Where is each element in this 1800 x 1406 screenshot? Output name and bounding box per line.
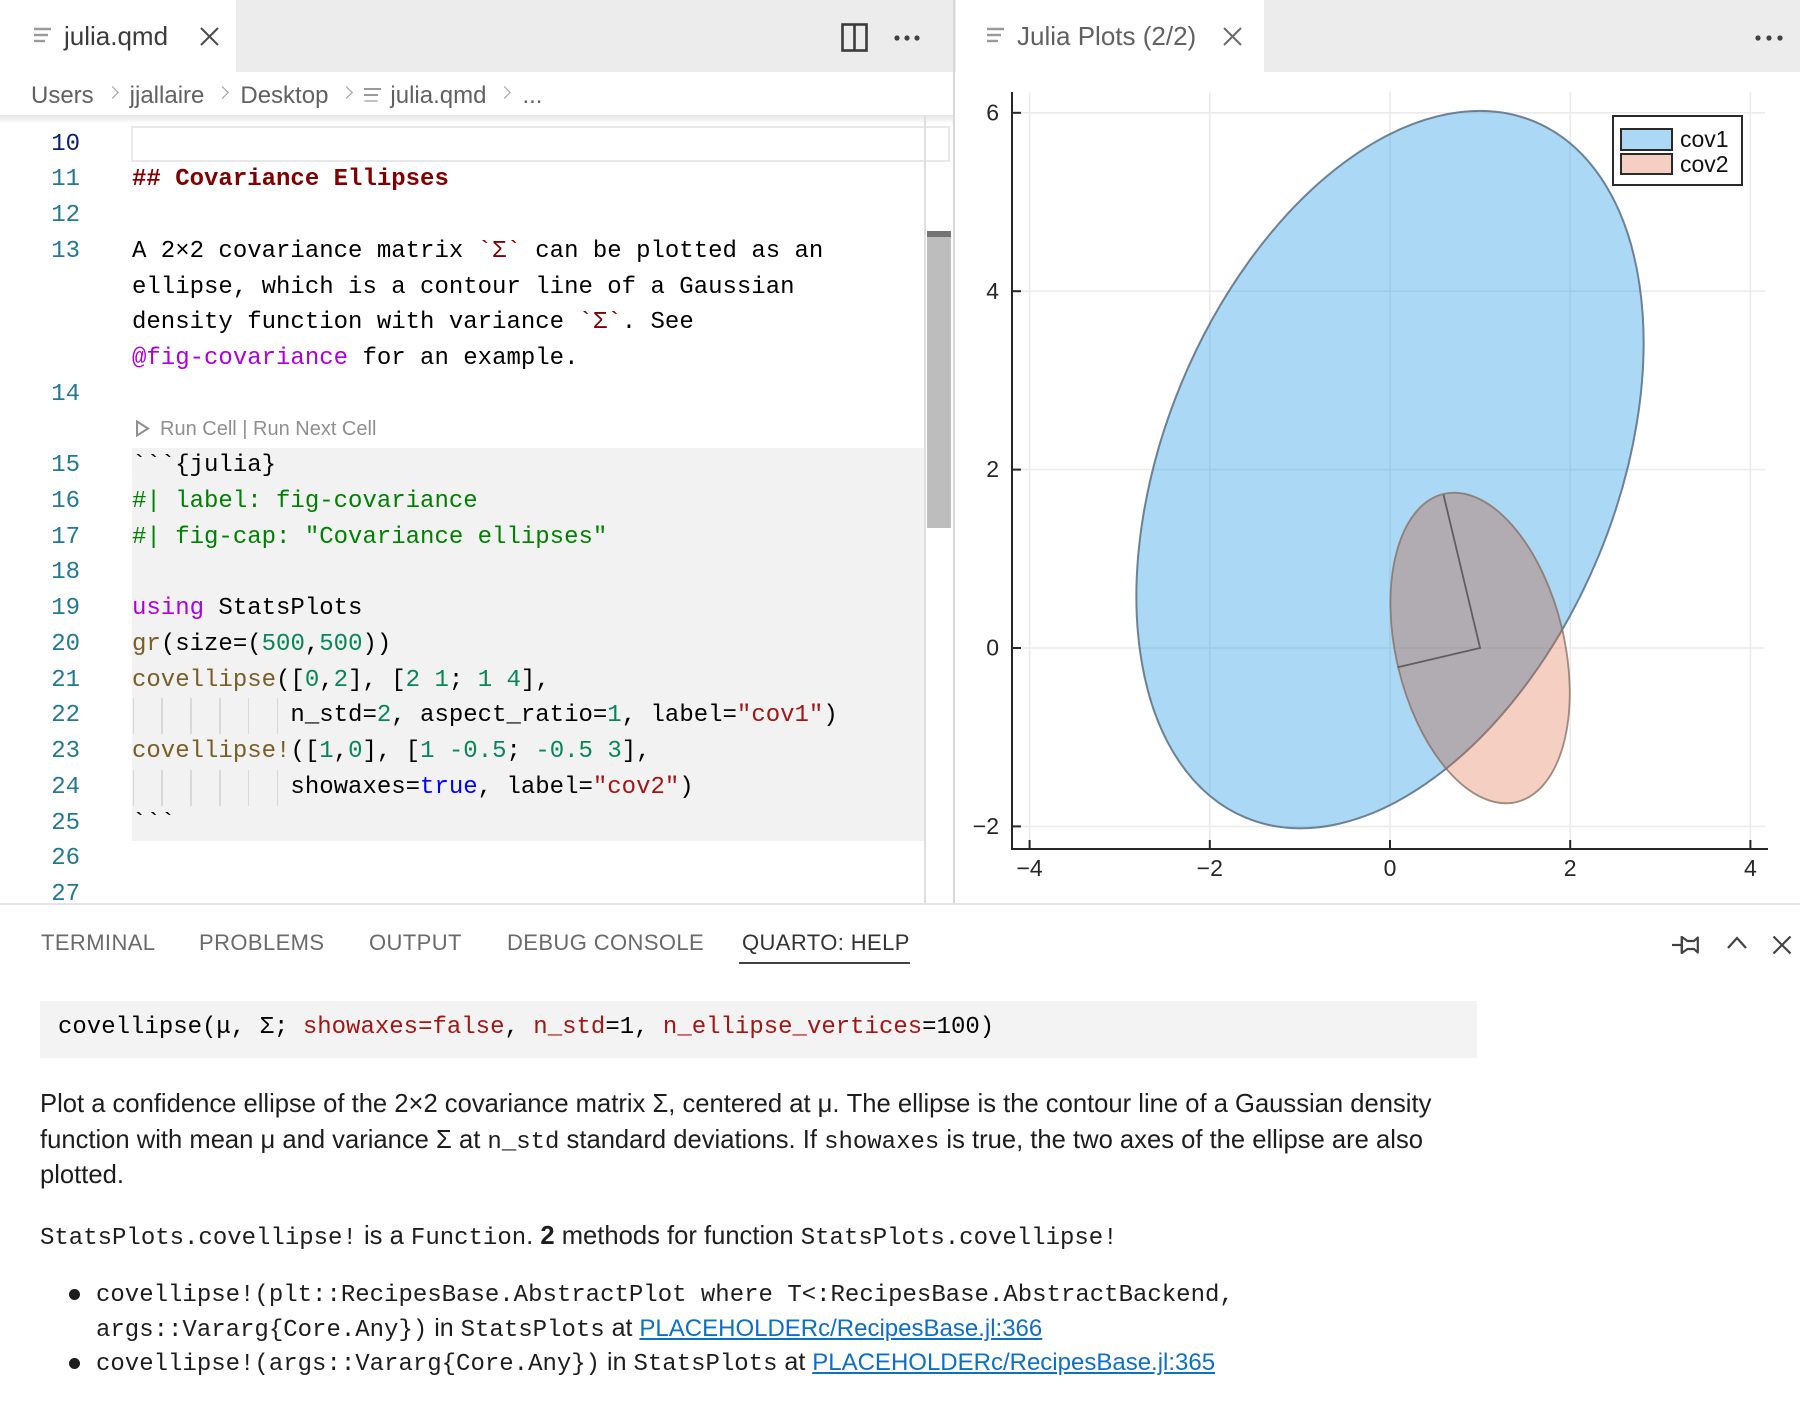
svg-text:0: 0	[986, 635, 999, 661]
svg-text:cov1: cov1	[1680, 126, 1729, 152]
svg-text:4: 4	[1744, 855, 1757, 881]
svg-text:−2: −2	[973, 813, 999, 839]
svg-text:−4: −4	[1016, 855, 1042, 881]
svg-text:2: 2	[986, 456, 999, 482]
svg-text:−2: −2	[1197, 855, 1223, 881]
svg-text:4: 4	[986, 278, 999, 304]
svg-text:cov2: cov2	[1680, 151, 1729, 177]
svg-text:0: 0	[1384, 855, 1397, 881]
svg-text:2: 2	[1564, 855, 1577, 881]
svg-text:6: 6	[986, 99, 999, 125]
